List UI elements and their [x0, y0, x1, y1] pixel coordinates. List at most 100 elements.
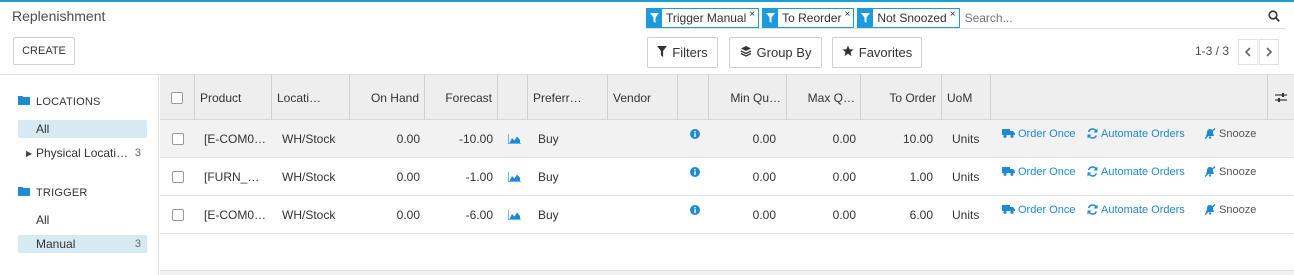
automate-orders-button[interactable]: Automate Orders — [1087, 196, 1185, 234]
location-cell[interactable]: WH/Stock — [277, 158, 350, 196]
automate-orders-label: Automate Orders — [1101, 204, 1185, 216]
forecast-graph-icon[interactable] — [503, 158, 531, 196]
info-icon[interactable] — [685, 120, 709, 158]
forecast-graph-icon[interactable] — [503, 196, 531, 234]
info-icon[interactable] — [685, 196, 709, 234]
uom-cell: Units — [952, 170, 980, 184]
filters-label: Filters — [672, 45, 708, 60]
location-item-label: Physical Locati… — [36, 146, 129, 160]
truck-icon — [1002, 167, 1015, 176]
bell-slash-icon — [1204, 166, 1216, 177]
preferred-route-cell[interactable]: Buy — [533, 158, 608, 196]
automate-orders-label: Automate Orders — [1101, 128, 1185, 140]
row-checkbox[interactable] — [171, 133, 184, 145]
snooze-button[interactable]: Snooze — [1204, 196, 1256, 234]
column-to-order[interactable]: To Order — [861, 75, 942, 120]
trigger-item-all[interactable]: All — [18, 211, 147, 229]
vendor-cell[interactable] — [608, 120, 678, 158]
order-once-button[interactable]: Order Once — [1002, 120, 1075, 158]
facet-remove-icon[interactable]: × — [844, 9, 853, 27]
column-uom[interactable]: UoM — [942, 75, 991, 120]
to-order-cell[interactable]: 10.00 — [861, 120, 938, 158]
info-icon[interactable] — [685, 158, 709, 196]
facet-label: Trigger Manual — [666, 10, 747, 25]
trigger-item-count: 3 — [134, 238, 141, 250]
uom-cell: Units — [952, 132, 980, 146]
favorites-label: Favorites — [858, 45, 913, 60]
pager-value[interactable]: 1-3 / 3 — [1195, 44, 1229, 58]
page-title: Replenishment — [12, 8, 106, 24]
row-checkbox[interactable] — [171, 209, 184, 221]
column-product[interactable]: Product — [195, 75, 272, 120]
max-qty-cell[interactable]: 0.00 — [787, 120, 861, 158]
snooze-label: Snooze — [1219, 204, 1257, 216]
column-vendor[interactable]: Vendor — [608, 75, 678, 120]
min-qty-cell[interactable]: 0.00 — [709, 196, 781, 234]
column-preferred-route[interactable]: Preferr… — [528, 75, 608, 120]
table-row[interactable]: [FURN_… WH/Stock 0.00 -1.00 Buy 0.00 0.0… — [160, 158, 1294, 196]
table-row[interactable]: [E-COM0… WH/Stock 0.00 -6.00 Buy 0.00 0.… — [160, 196, 1294, 234]
on-hand-cell: 0.00 — [396, 170, 420, 184]
order-once-button[interactable]: Order Once — [1002, 158, 1075, 196]
min-qty-cell[interactable]: 0.00 — [709, 120, 781, 158]
truck-icon — [1002, 129, 1015, 138]
facet-remove-icon[interactable]: × — [749, 9, 758, 27]
column-on-hand[interactable]: On Hand — [350, 75, 425, 120]
vendor-cell[interactable] — [608, 158, 678, 196]
search-icon[interactable] — [1268, 10, 1280, 25]
to-order-cell[interactable]: 6.00 — [861, 196, 938, 234]
facet-label: Not Snoozed — [877, 10, 947, 25]
location-cell[interactable]: WH/Stock — [277, 196, 350, 234]
preferred-route-cell[interactable]: Buy — [533, 120, 608, 158]
order-once-button[interactable]: Order Once — [1002, 196, 1075, 234]
select-all-checkbox[interactable] — [171, 91, 183, 104]
order-once-label: Order Once — [1018, 166, 1076, 178]
snooze-button[interactable]: Snooze — [1204, 158, 1256, 196]
snooze-label: Snooze — [1219, 166, 1257, 178]
location-item-all[interactable]: All — [18, 120, 147, 138]
automate-orders-label: Automate Orders — [1101, 166, 1185, 178]
automate-orders-button[interactable]: Automate Orders — [1087, 158, 1185, 196]
forecast-graph-icon[interactable] — [503, 120, 531, 158]
caret-right-icon[interactable]: ▶ — [26, 149, 32, 158]
max-qty-cell[interactable]: 0.00 — [787, 196, 861, 234]
column-forecast-graph — [498, 75, 528, 120]
column-max-qty[interactable]: Max Q… — [787, 75, 861, 120]
preferred-route-cell[interactable]: Buy — [533, 196, 608, 234]
create-button[interactable]: CREATE — [13, 37, 75, 65]
column-actions — [991, 75, 1268, 120]
row-select-cell — [160, 196, 195, 234]
location-item-physical[interactable]: ▶ Physical Locati… 3 — [18, 144, 147, 162]
product-cell[interactable]: [FURN_… — [199, 158, 272, 196]
trigger-item-manual[interactable]: Manual 3 — [18, 235, 147, 253]
max-qty-cell[interactable]: 0.00 — [787, 158, 861, 196]
pager-previous-button[interactable] — [1238, 39, 1258, 65]
column-min-qty[interactable]: Min Qu… — [709, 75, 787, 120]
trigger-item-label: All — [36, 213, 50, 227]
min-qty-cell[interactable]: 0.00 — [709, 158, 781, 196]
product-cell[interactable]: [E-COM0… — [199, 120, 272, 158]
vendor-cell[interactable] — [608, 196, 678, 234]
column-location[interactable]: Locati… — [272, 75, 350, 120]
optional-columns-toggle[interactable] — [1268, 75, 1294, 120]
table-row[interactable]: [E-COM0… WH/Stock 0.00 -10.00 Buy 0.00 0… — [160, 120, 1294, 158]
location-cell[interactable]: WH/Stock — [277, 120, 350, 158]
snooze-button[interactable]: Snooze — [1204, 120, 1256, 158]
facet-not-snoozed: Not Snoozed × — [857, 7, 960, 28]
pager-next-button[interactable] — [1259, 39, 1279, 65]
row-checkbox[interactable] — [171, 171, 184, 183]
forecast-cell: -10.00 — [458, 132, 493, 146]
column-info — [678, 75, 709, 120]
row-select-cell — [160, 158, 195, 196]
automate-orders-button[interactable]: Automate Orders — [1087, 120, 1185, 158]
column-forecast[interactable]: Forecast — [425, 75, 498, 120]
trigger-header-label: TRIGGER — [36, 186, 88, 199]
filters-button[interactable]: Filters — [647, 37, 718, 68]
favorites-button[interactable]: Favorites — [832, 37, 922, 68]
to-order-cell[interactable]: 1.00 — [861, 158, 938, 196]
product-cell[interactable]: [E-COM0… — [199, 196, 272, 234]
filter-icon — [858, 8, 874, 27]
group-by-button[interactable]: Group By — [729, 37, 822, 68]
search-input[interactable] — [964, 8, 1225, 27]
facet-remove-icon[interactable]: × — [950, 9, 959, 27]
